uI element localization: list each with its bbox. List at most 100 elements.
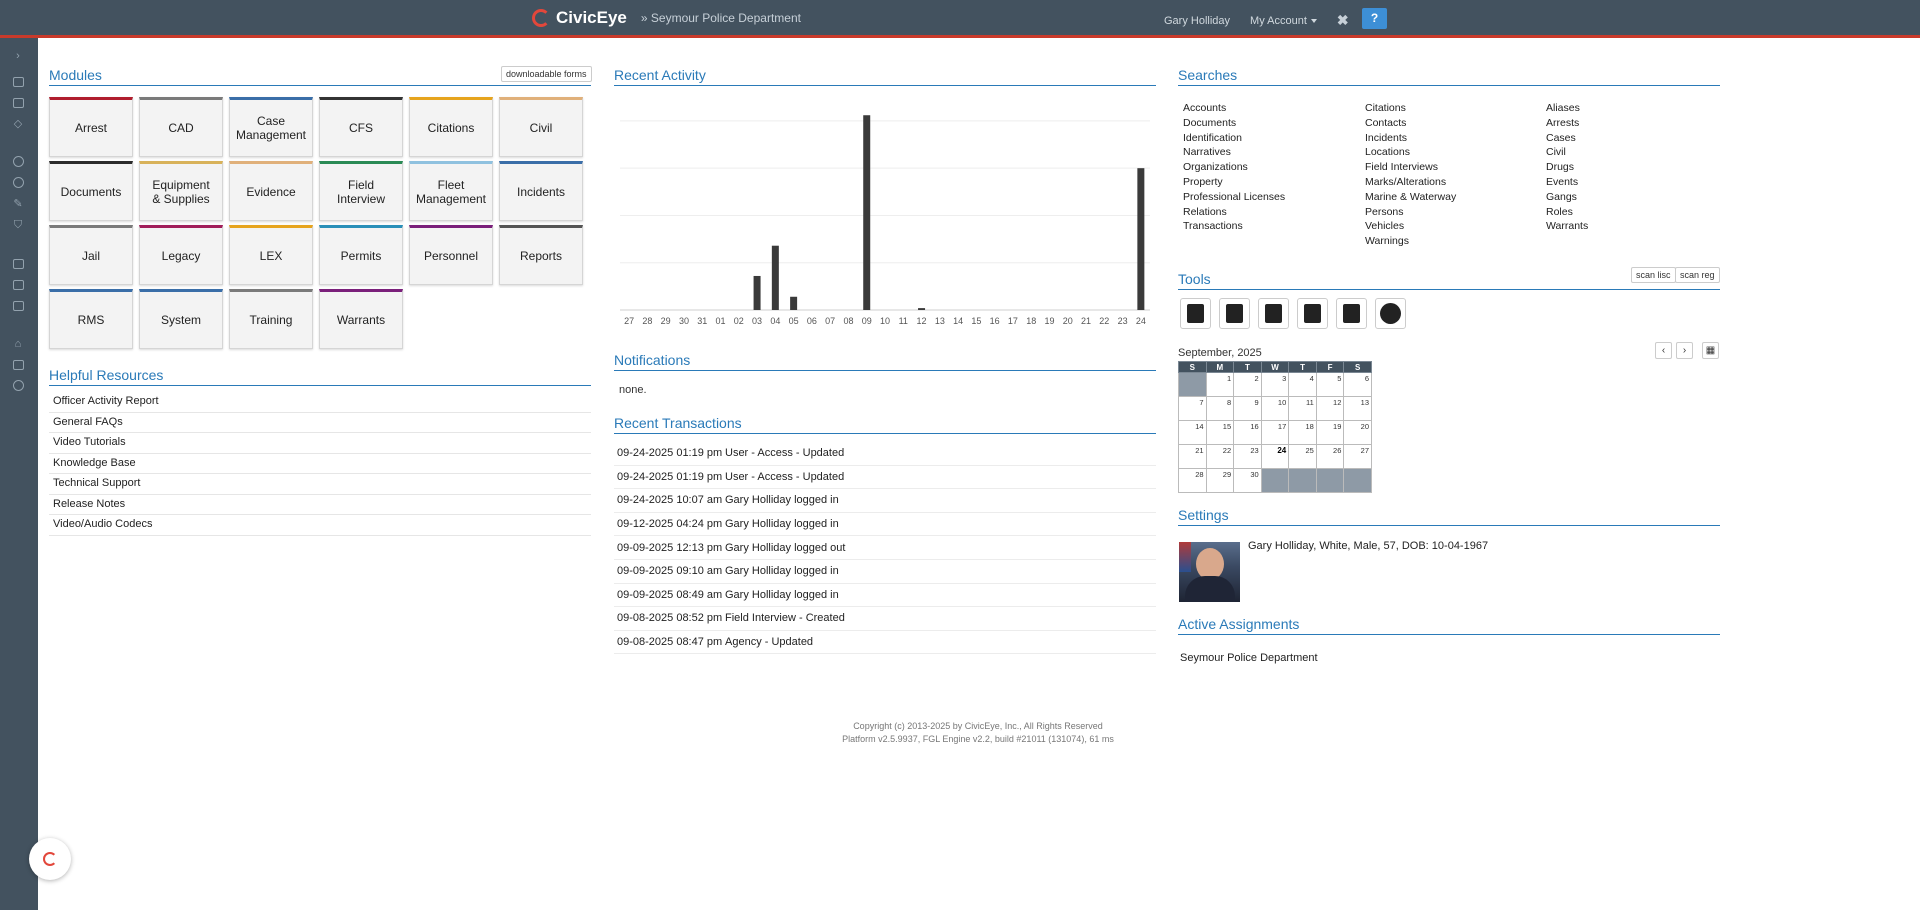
module-tile[interactable]: Citations bbox=[409, 97, 493, 157]
calendar-day[interactable]: 25 bbox=[1288, 444, 1317, 469]
search-link[interactable]: Events bbox=[1546, 176, 1588, 191]
calendar-day[interactable]: 20 bbox=[1343, 420, 1372, 445]
search-link[interactable]: Locations bbox=[1365, 146, 1456, 161]
department-breadcrumb[interactable]: » Seymour Police Department bbox=[641, 11, 801, 25]
module-tile[interactable]: RMS bbox=[49, 289, 133, 349]
search-link[interactable]: Property bbox=[1183, 176, 1285, 191]
module-tile[interactable]: Incidents bbox=[499, 161, 583, 221]
module-tile[interactable]: Documents bbox=[49, 161, 133, 221]
expand-chevron-icon[interactable]: › bbox=[11, 50, 25, 62]
calendar-day[interactable]: 29 bbox=[1205, 468, 1235, 493]
calendar-day[interactable]: 6 bbox=[1343, 372, 1372, 397]
calendar-day[interactable]: 3 bbox=[1260, 372, 1290, 397]
user-name-link[interactable]: Gary Holliday bbox=[1164, 15, 1230, 27]
calendar-day[interactable]: 18 bbox=[1288, 420, 1317, 445]
search-link[interactable]: Citations bbox=[1365, 102, 1456, 117]
calendar-day[interactable]: 23 bbox=[1233, 444, 1262, 469]
module-tile[interactable]: Jail bbox=[49, 225, 133, 285]
resource-link[interactable]: Release Notes bbox=[49, 495, 591, 515]
search-link[interactable]: Roles bbox=[1546, 206, 1588, 221]
module-tile[interactable]: Permits bbox=[319, 225, 403, 285]
chat-widget-button[interactable] bbox=[29, 838, 71, 880]
calendar-day[interactable]: 21 bbox=[1178, 444, 1207, 469]
calendar-day[interactable]: 11 bbox=[1288, 396, 1317, 421]
chart-bar[interactable] bbox=[790, 296, 798, 310]
document-icon[interactable] bbox=[1297, 298, 1328, 329]
search-link[interactable]: Arrests bbox=[1546, 117, 1588, 132]
chart-bar[interactable] bbox=[918, 308, 926, 310]
calendar-day[interactable]: 13 bbox=[1343, 396, 1372, 421]
card-icon[interactable] bbox=[11, 279, 25, 291]
drive-icon[interactable] bbox=[11, 258, 25, 270]
calendar-day[interactable]: 30 bbox=[1233, 468, 1262, 493]
search-link[interactable]: Field Interviews bbox=[1365, 161, 1456, 176]
module-tile[interactable]: Training bbox=[229, 289, 313, 349]
search-link[interactable]: Marine & Waterway bbox=[1365, 191, 1456, 206]
calendar-icon[interactable] bbox=[1219, 298, 1250, 329]
search-link[interactable]: Contacts bbox=[1365, 117, 1456, 132]
module-tile[interactable]: Legacy bbox=[139, 225, 223, 285]
calendar-day[interactable]: 24 bbox=[1260, 444, 1290, 469]
search-link[interactable]: Accounts bbox=[1183, 102, 1285, 117]
module-tile[interactable]: LEX bbox=[229, 225, 313, 285]
copy-icon[interactable] bbox=[11, 76, 25, 88]
calendar-day[interactable]: 14 bbox=[1178, 420, 1207, 445]
person-icon[interactable] bbox=[11, 156, 25, 168]
calendar-day[interactable]: 27 bbox=[1343, 444, 1372, 469]
search-link[interactable]: Cases bbox=[1546, 132, 1588, 147]
calendar-grid-icon[interactable]: ▦ bbox=[1702, 342, 1719, 359]
search-link[interactable]: Transactions bbox=[1183, 220, 1285, 235]
search-link[interactable]: Professional Licenses bbox=[1183, 191, 1285, 206]
search-link[interactable]: Warrants bbox=[1546, 220, 1588, 235]
scan-license-button[interactable]: scan lisc bbox=[1631, 267, 1676, 283]
resource-link[interactable]: Video/Audio Codecs bbox=[49, 515, 591, 536]
calendar-day[interactable]: 10 bbox=[1260, 396, 1290, 421]
transaction-row[interactable]: 09-24-2025 10:07 am Gary Holliday logged … bbox=[614, 489, 1156, 513]
help-button[interactable]: ? bbox=[1362, 8, 1387, 29]
my-account-menu[interactable]: My Account bbox=[1250, 15, 1317, 27]
transaction-row[interactable]: 09-24-2025 01:19 pm User - Access - Updat… bbox=[614, 442, 1156, 466]
map-icon[interactable] bbox=[1258, 298, 1289, 329]
transaction-row[interactable]: 09-09-2025 09:10 am Gary Holliday logged … bbox=[614, 560, 1156, 584]
module-tile[interactable]: Warrants bbox=[319, 289, 403, 349]
calendar-day[interactable]: 8 bbox=[1205, 396, 1235, 421]
module-tile[interactable]: Civil bbox=[499, 97, 583, 157]
module-tile[interactable]: Reports bbox=[499, 225, 583, 285]
truck-icon[interactable] bbox=[11, 359, 25, 371]
search-link[interactable]: Aliases bbox=[1546, 102, 1588, 117]
calendar-next-button[interactable]: › bbox=[1676, 342, 1693, 359]
resource-link[interactable]: General FAQs bbox=[49, 413, 591, 433]
calendar-day[interactable]: 15 bbox=[1205, 420, 1235, 445]
transaction-row[interactable]: 09-09-2025 12:13 pm Gary Holliday logged … bbox=[614, 536, 1156, 560]
notebook-icon[interactable] bbox=[1336, 298, 1367, 329]
list-icon[interactable] bbox=[11, 97, 25, 109]
calendar-day[interactable]: 12 bbox=[1315, 396, 1345, 421]
calendar-day[interactable]: 22 bbox=[1205, 444, 1235, 469]
transaction-row[interactable]: 09-08-2025 08:47 pm Agency - Updated bbox=[614, 631, 1156, 655]
calendar-day[interactable]: 26 bbox=[1315, 444, 1345, 469]
search-link[interactable]: Vehicles bbox=[1365, 220, 1456, 235]
module-tile[interactable]: Personnel bbox=[409, 225, 493, 285]
alert-icon[interactable]: ◇ bbox=[11, 118, 25, 130]
search-link[interactable]: Drugs bbox=[1546, 161, 1588, 176]
calendar-day[interactable]: 16 bbox=[1233, 420, 1262, 445]
calendar-day[interactable]: 17 bbox=[1260, 420, 1290, 445]
search-link[interactable]: Organizations bbox=[1183, 161, 1285, 176]
search-link[interactable]: Identification bbox=[1183, 132, 1285, 147]
search-link[interactable]: Marks/Alterations bbox=[1365, 176, 1456, 191]
resource-link[interactable]: Officer Activity Report bbox=[49, 392, 591, 413]
calendar-day[interactable]: 5 bbox=[1315, 372, 1345, 397]
search-link[interactable]: Relations bbox=[1183, 206, 1285, 221]
resource-link[interactable]: Technical Support bbox=[49, 474, 591, 495]
clock-icon[interactable] bbox=[1375, 298, 1406, 329]
module-tile[interactable]: CAD bbox=[139, 97, 223, 157]
module-tile[interactable]: CFS bbox=[319, 97, 403, 157]
calendar-day[interactable]: 9 bbox=[1233, 396, 1262, 421]
mail-icon[interactable] bbox=[11, 300, 25, 312]
close-icon[interactable]: ✖ bbox=[1337, 12, 1349, 29]
search-link[interactable]: Incidents bbox=[1365, 132, 1456, 147]
resource-link[interactable]: Knowledge Base bbox=[49, 454, 591, 474]
calendar-prev-button[interactable]: ‹ bbox=[1655, 342, 1672, 359]
transaction-row[interactable]: 09-09-2025 08:49 am Gary Holliday logged … bbox=[614, 584, 1156, 608]
chart-bar[interactable] bbox=[863, 115, 871, 311]
